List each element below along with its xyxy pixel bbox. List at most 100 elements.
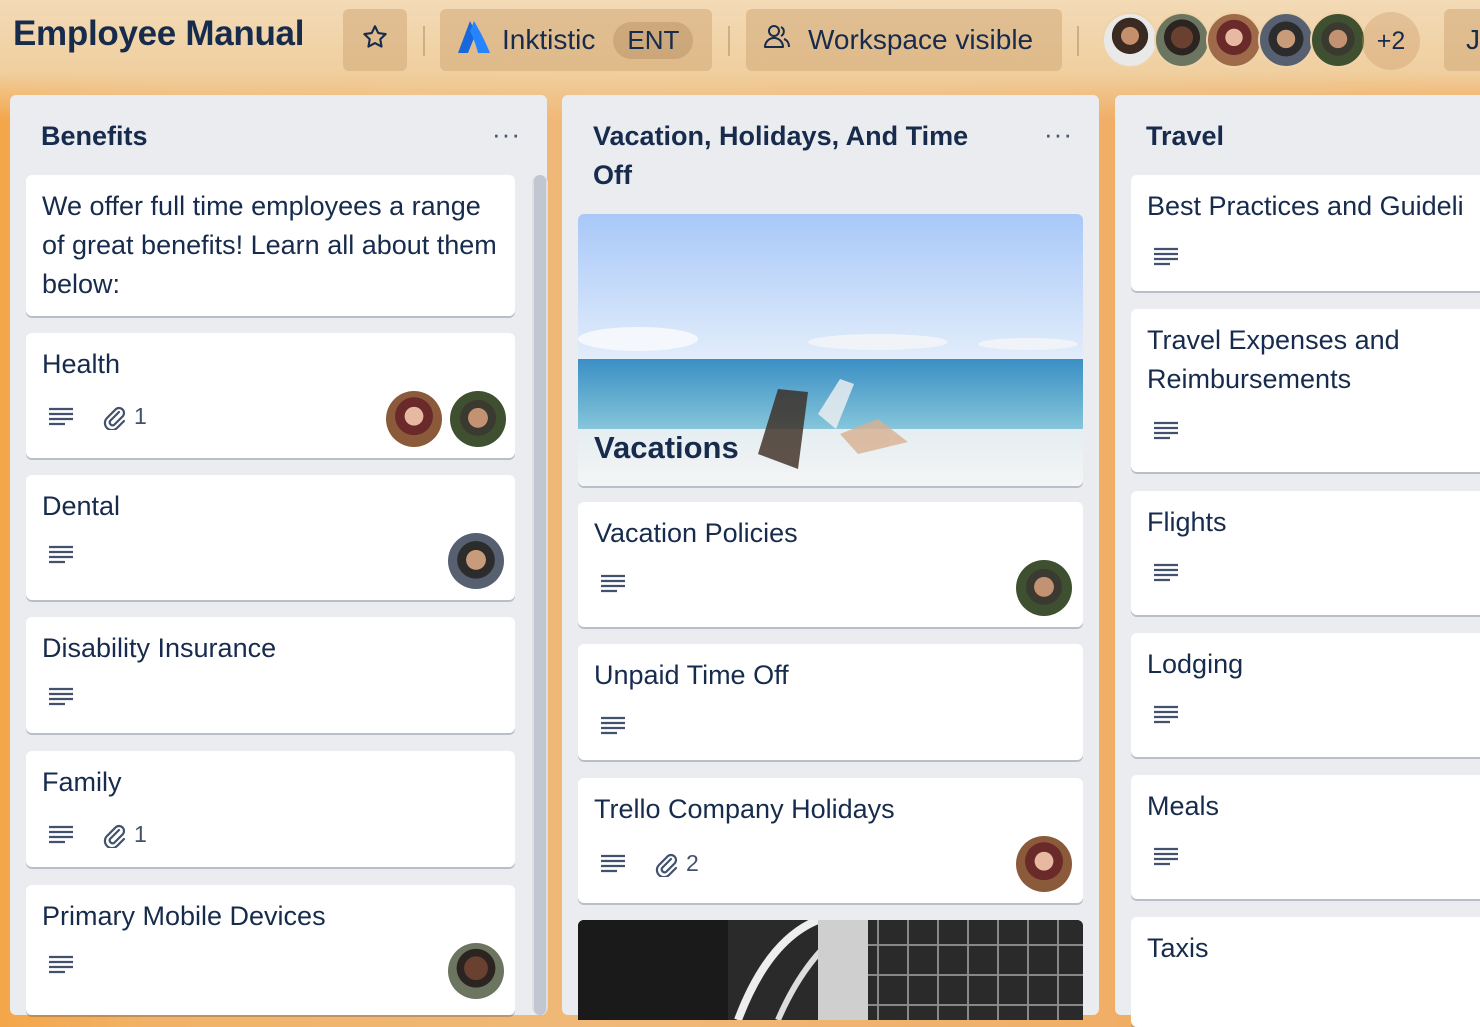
card-title: Taxis: [1147, 933, 1209, 963]
description-icon: [49, 687, 73, 706]
card[interactable]: Dental: [26, 475, 515, 600]
list-benefits: Benefits ··· We offer full time employee…: [10, 95, 548, 1015]
card-title: Dental: [42, 491, 121, 521]
star-button[interactable]: [343, 9, 407, 71]
description-icon: [601, 574, 625, 593]
description-icon: [601, 716, 625, 735]
card-with-cover[interactable]: Vacations: [578, 214, 1083, 486]
card-title: Family: [42, 767, 122, 797]
card-badges: [1153, 847, 1179, 867]
card-badges: [600, 716, 626, 736]
attachment-count: 2: [686, 850, 699, 876]
list-menu-button[interactable]: ···: [492, 119, 521, 150]
paperclip-icon: [103, 824, 126, 848]
description-icon: [601, 854, 625, 872]
card-title: Health: [42, 349, 121, 379]
card-badges: 2: [600, 850, 699, 877]
card[interactable]: Disability Insurance: [26, 617, 515, 733]
card-title: Lodging: [1147, 649, 1244, 679]
card[interactable]: Best Practices and Guideli: [1131, 175, 1480, 291]
card-badges: 1: [48, 821, 147, 848]
description-icon: [1154, 247, 1178, 266]
description-icon: [49, 545, 73, 564]
member-avatar[interactable]: [386, 391, 442, 447]
card-title: Vacations: [594, 430, 739, 465]
card-title: Disability Insurance: [42, 633, 277, 663]
card-badges: 1: [48, 403, 147, 430]
card-cover-image[interactable]: [578, 920, 1083, 1020]
card[interactable]: Family 1: [26, 751, 515, 867]
card-badges: [48, 955, 74, 975]
description-icon: [1154, 705, 1178, 724]
workspace-button[interactable]: Inktistic ENT: [440, 9, 712, 71]
visibility-button[interactable]: Workspace visible: [746, 9, 1062, 71]
list-title[interactable]: Vacation, Holidays, And Time Off: [593, 117, 1013, 195]
list-title[interactable]: Benefits: [41, 117, 461, 156]
card[interactable]: Health 1: [26, 333, 515, 458]
card-title: Best Practices and Guideli: [1147, 191, 1464, 221]
header-divider: [1077, 26, 1079, 56]
member-avatar[interactable]: [1258, 12, 1314, 68]
card[interactable]: Meals: [1131, 775, 1480, 899]
member-avatar[interactable]: [1206, 12, 1262, 68]
workspace-photo-image: [578, 920, 1083, 1020]
card-title: Travel Expenses and Reimbursements: [1147, 325, 1400, 394]
list-menu-button[interactable]: ···: [1044, 119, 1073, 150]
workspace-name: Inktistic: [502, 24, 596, 55]
attachment-badge: 1: [102, 403, 147, 430]
card[interactable]: Primary Mobile Devices: [26, 885, 515, 1015]
list-travel: Travel Best Practices and Guideli Travel…: [1115, 95, 1480, 1027]
attachment-count: 1: [134, 403, 147, 429]
card[interactable]: Lodging: [1131, 633, 1480, 757]
member-avatar[interactable]: [1310, 12, 1366, 68]
paperclip-icon: [655, 853, 678, 877]
card-members: [378, 391, 506, 447]
board-title[interactable]: Employee Manual: [13, 14, 304, 54]
attachment-badge: 1: [102, 821, 147, 848]
card[interactable]: Unpaid Time Off: [578, 644, 1083, 760]
list-title[interactable]: Travel: [1146, 117, 1480, 156]
list-scrollbar[interactable]: [532, 175, 548, 1015]
card[interactable]: Travel Expenses and Reimbursements: [1131, 309, 1480, 472]
member-avatar[interactable]: [1154, 12, 1210, 68]
card-title: Vacation Policies: [594, 518, 798, 548]
description-icon: [1154, 421, 1178, 440]
member-avatar[interactable]: [448, 943, 504, 999]
scrollbar-thumb[interactable]: [534, 175, 546, 1015]
card[interactable]: Trello Company Holidays 2: [578, 778, 1083, 903]
more-members-button[interactable]: +2: [1362, 12, 1420, 70]
card-badges: [1153, 563, 1179, 583]
member-avatar[interactable]: [1016, 560, 1072, 616]
description-icon: [1154, 563, 1178, 582]
card-badges: [1153, 705, 1179, 725]
card-members: [1008, 836, 1072, 892]
workspace-badge: ENT: [613, 21, 694, 59]
card-members: [440, 533, 504, 589]
card-title: Unpaid Time Off: [594, 660, 789, 690]
member-avatar[interactable]: [450, 391, 506, 447]
card-badges: [1153, 247, 1179, 267]
people-icon: [762, 23, 792, 58]
header-button-truncated[interactable]: J: [1444, 9, 1480, 71]
attachment-count: 1: [134, 821, 147, 847]
card-title: Flights: [1147, 507, 1227, 537]
member-avatar[interactable]: [1102, 12, 1158, 68]
card-title: Meals: [1147, 791, 1220, 821]
member-avatar[interactable]: [1016, 836, 1072, 892]
visibility-label: Workspace visible: [808, 24, 1034, 55]
card-badges: [1153, 421, 1179, 441]
list-vacation: Vacation, Holidays, And Time Off ··· Vac…: [562, 95, 1099, 1020]
card[interactable]: Vacation Policies: [578, 502, 1083, 627]
header-divider: [423, 26, 425, 56]
card[interactable]: Flights: [1131, 491, 1480, 615]
card-members: [1008, 560, 1072, 616]
card[interactable]: Taxis: [1131, 917, 1480, 1027]
paperclip-icon: [103, 406, 126, 430]
description-icon: [49, 955, 73, 974]
attachment-badge: 2: [654, 850, 699, 877]
card[interactable]: We offer full time employees a range of …: [26, 175, 515, 316]
header-divider: [728, 26, 730, 56]
card-badges: [600, 574, 626, 594]
board-header: Employee Manual Inktistic ENT Workspace …: [0, 0, 1480, 82]
member-avatar[interactable]: [448, 533, 504, 589]
